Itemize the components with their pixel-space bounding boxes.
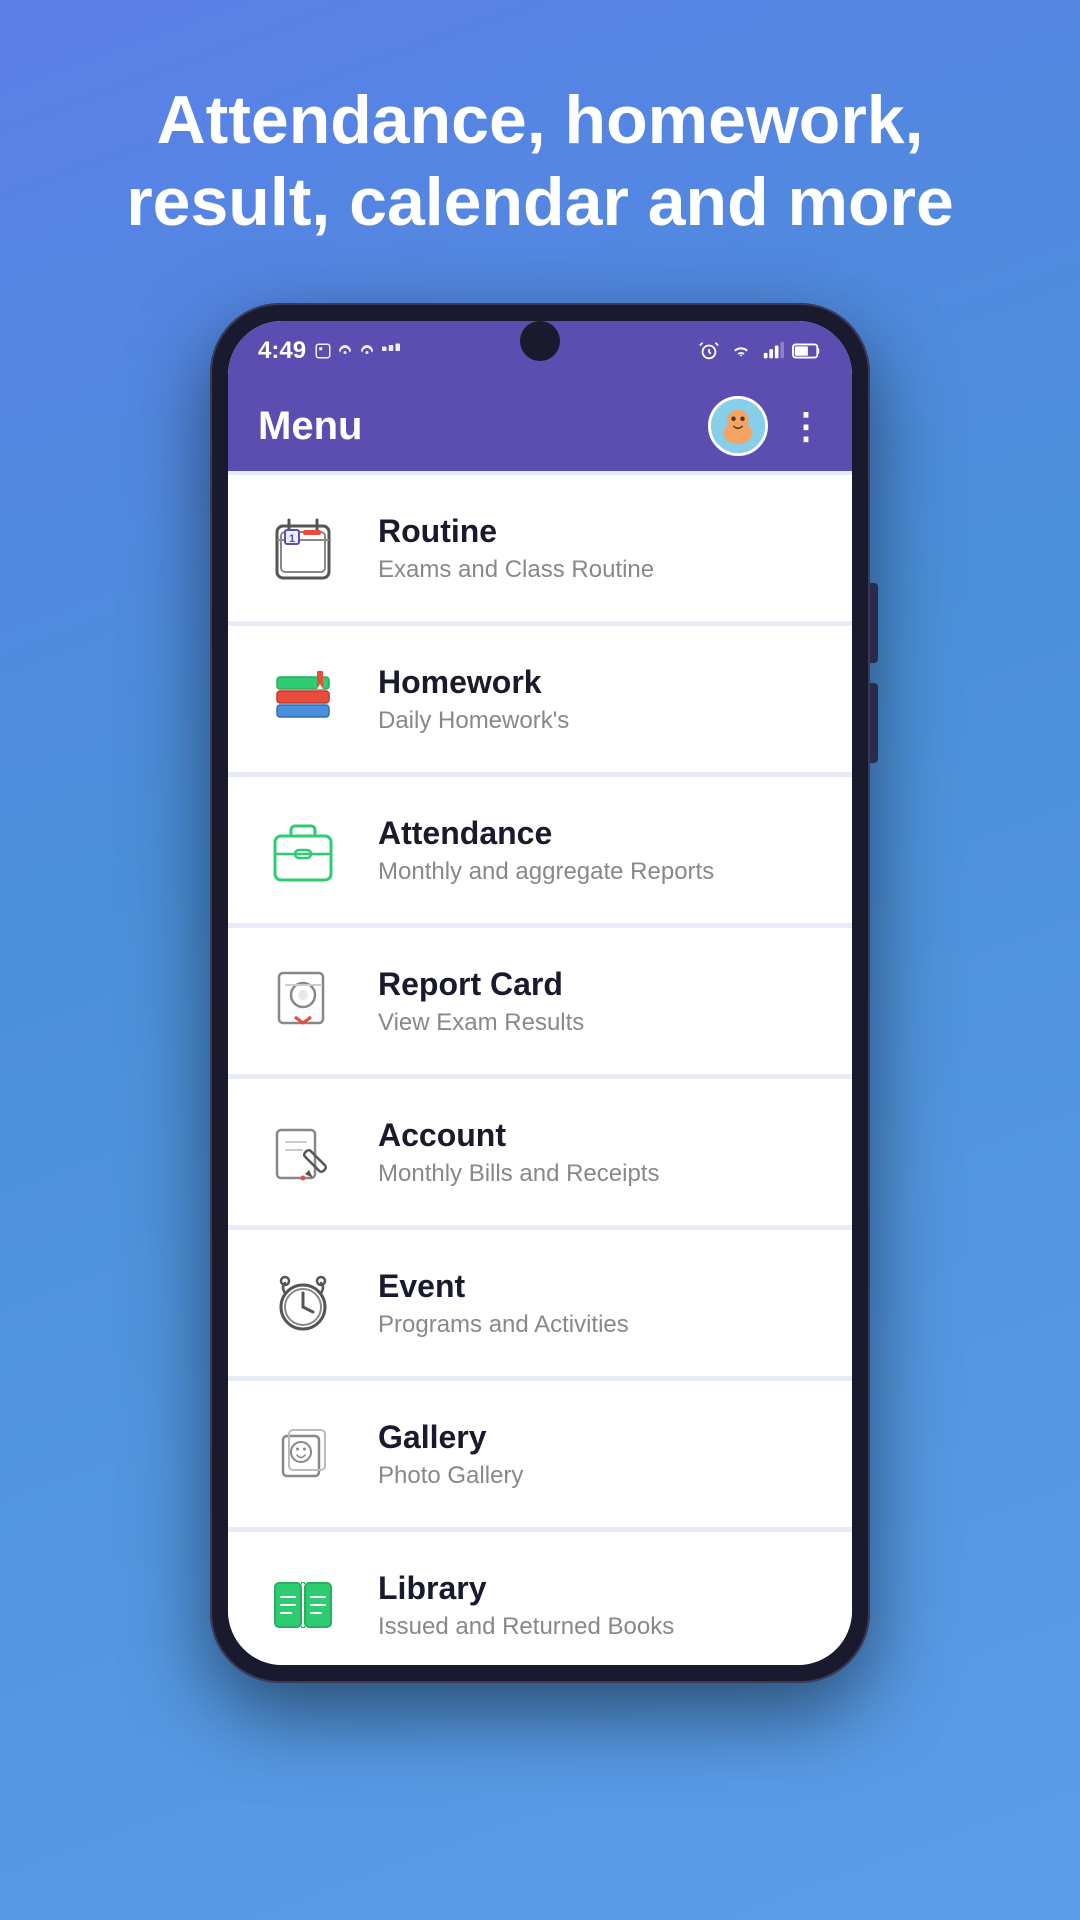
app-bar-actions: ⋮ [708, 396, 822, 456]
menu-item-report-card[interactable]: Report Card View Exam Results [228, 928, 852, 1075]
account-title: Account [378, 1117, 822, 1154]
hero-text: Attendance, homework, result, calendar a… [0, 0, 1080, 283]
homework-icon [258, 654, 348, 744]
menu-item-gallery[interactable]: Gallery Photo Gallery [228, 1381, 852, 1528]
menu-item-homework[interactable]: Homework Daily Homework's [228, 626, 852, 773]
gallery-subtitle: Photo Gallery [378, 1462, 822, 1490]
homework-subtitle: Daily Homework's [378, 707, 822, 735]
event-title: Event [378, 1268, 822, 1305]
account-icon [258, 1107, 348, 1197]
library-text: Library Issued and Returned Books [378, 1570, 822, 1641]
side-button-1 [870, 583, 878, 663]
library-title: Library [378, 1570, 822, 1607]
report-card-title: Report Card [378, 966, 822, 1003]
svg-text:1: 1 [289, 533, 295, 545]
report-card-icon [258, 956, 348, 1046]
homework-title: Homework [378, 664, 822, 701]
library-subtitle: Issued and Returned Books [378, 1613, 822, 1641]
menu-list: 1 Routine Exams and Class Routine [228, 471, 852, 1665]
routine-icon: 1 [258, 503, 348, 593]
homework-text: Homework Daily Homework's [378, 664, 822, 735]
side-button-2 [870, 683, 878, 763]
attendance-text: Attendance Monthly and aggregate Reports [378, 815, 822, 886]
event-icon [258, 1258, 348, 1348]
more-options-icon[interactable]: ⋮ [788, 405, 822, 447]
gallery-text: Gallery Photo Gallery [378, 1419, 822, 1490]
routine-title: Routine [378, 513, 822, 550]
phone-wrapper: 4:49 [210, 303, 870, 1920]
event-text: Event Programs and Activities [378, 1268, 822, 1339]
menu-item-account[interactable]: Account Monthly Bills and Receipts [228, 1079, 852, 1226]
account-subtitle: Monthly Bills and Receipts [378, 1160, 822, 1188]
status-left: 4:49 [258, 337, 402, 365]
routine-text: Routine Exams and Class Routine [378, 513, 822, 584]
phone-frame: 4:49 [210, 303, 870, 1683]
gallery-title: Gallery [378, 1419, 822, 1456]
event-subtitle: Programs and Activities [378, 1311, 822, 1339]
routine-subtitle: Exams and Class Routine [378, 556, 822, 584]
avatar[interactable] [708, 396, 768, 456]
phone-screen: 4:49 [228, 321, 852, 1665]
status-time: 4:49 [258, 337, 306, 365]
gallery-icon [258, 1409, 348, 1499]
app-bar-title: Menu [258, 404, 362, 449]
menu-item-attendance[interactable]: Attendance Monthly and aggregate Reports [228, 777, 852, 924]
status-icons-right [698, 340, 822, 362]
library-icon [258, 1560, 348, 1650]
account-text: Account Monthly Bills and Receipts [378, 1117, 822, 1188]
app-bar: Menu ⋮ [228, 381, 852, 471]
attendance-subtitle: Monthly and aggregate Reports [378, 858, 822, 886]
camera-notch [520, 321, 560, 361]
status-notification-icons [314, 342, 402, 360]
menu-item-event[interactable]: Event Programs and Activities [228, 1230, 852, 1377]
report-card-text: Report Card View Exam Results [378, 966, 822, 1037]
attendance-icon [258, 805, 348, 895]
menu-item-routine[interactable]: 1 Routine Exams and Class Routine [228, 475, 852, 622]
report-card-subtitle: View Exam Results [378, 1009, 822, 1037]
attendance-title: Attendance [378, 815, 822, 852]
menu-item-library[interactable]: Library Issued and Returned Books [228, 1532, 852, 1665]
